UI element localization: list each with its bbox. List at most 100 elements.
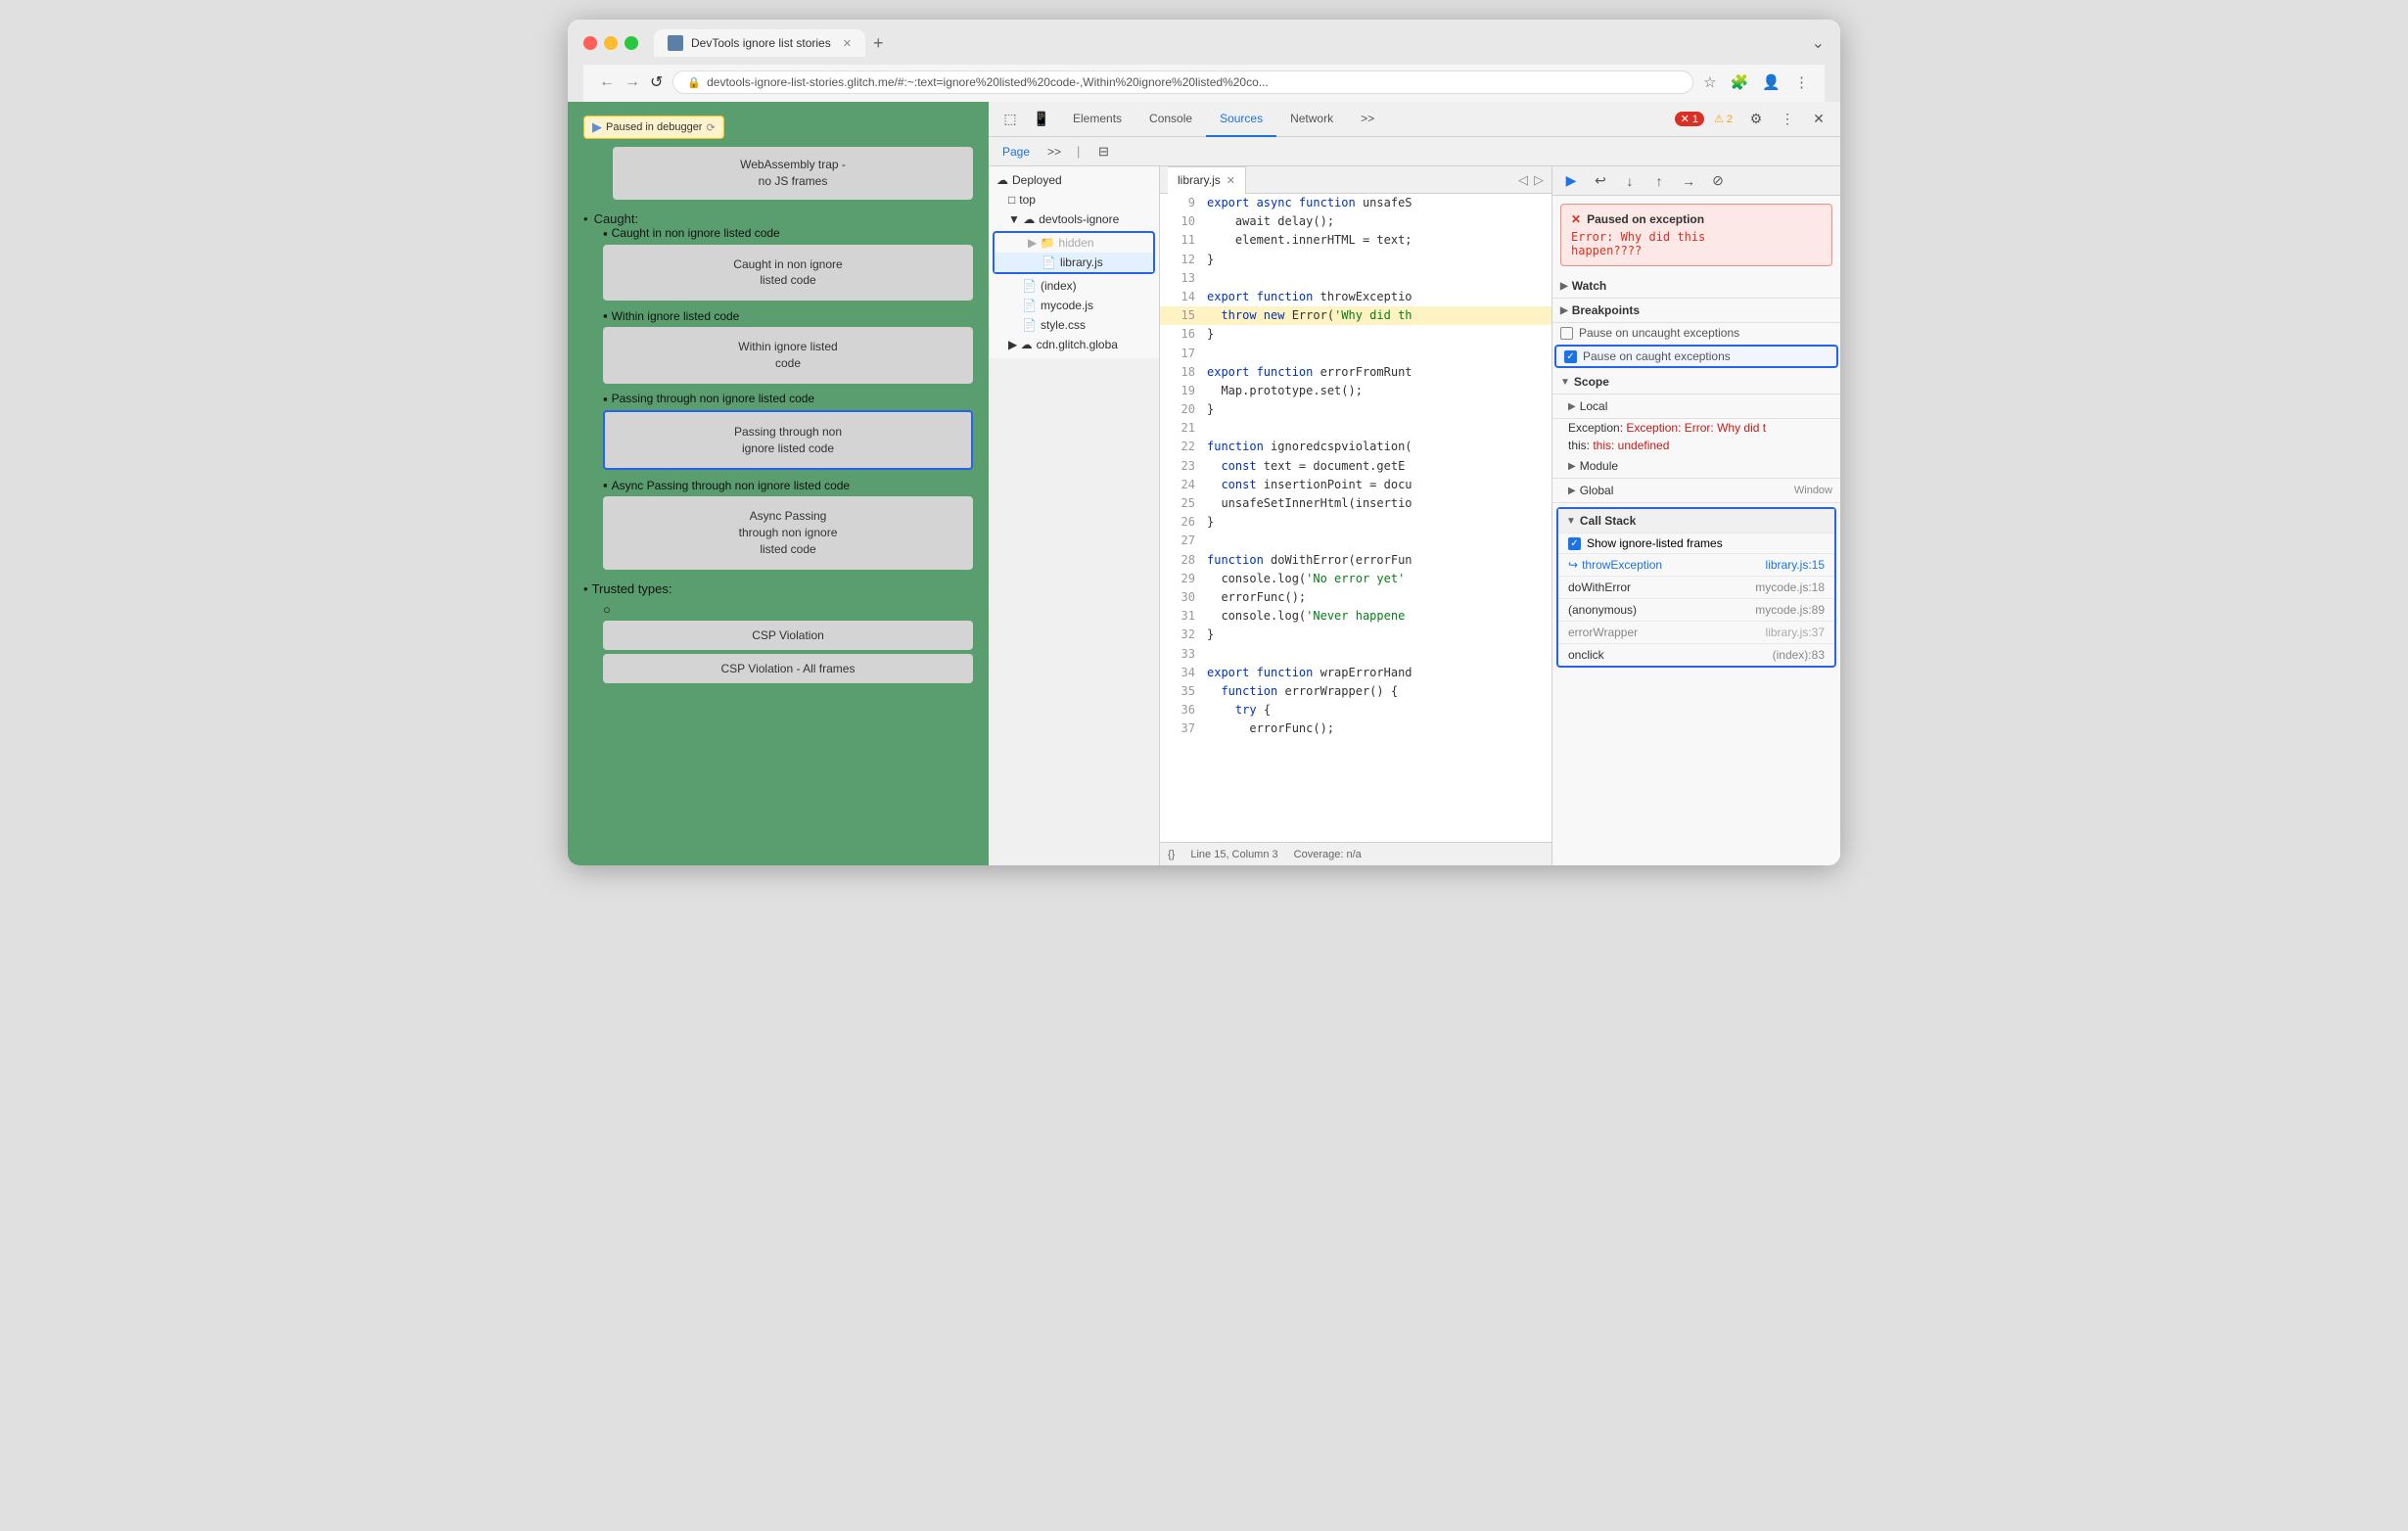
tab-network[interactable]: Network <box>1276 102 1347 137</box>
bullet-within: ▪ <box>603 308 608 323</box>
call-stack-header[interactable]: ▼ Call Stack <box>1558 509 1834 533</box>
title-bar: DevTools ignore list stories ✕ + ⌄ ← → ↺… <box>568 20 1840 102</box>
passing-non-ignore-box[interactable]: Passing through nonignore listed code <box>603 410 973 471</box>
tab-elements[interactable]: Elements <box>1059 102 1135 137</box>
pause-caught-row: ✓ Pause on caught exceptions <box>1554 345 1838 368</box>
nav-item-async: ▪ Async Passing through non ignore liste… <box>603 478 973 569</box>
inspect-icon[interactable]: ⬚ <box>996 106 1024 133</box>
tree-style[interactable]: 📄 style.css <box>989 315 1159 335</box>
main-content: ▶ Paused in debugger ⟳ WebAssembly trap … <box>568 102 1840 865</box>
step-over-btn[interactable]: ↩ <box>1590 170 1611 192</box>
code-line: 28 function doWithError(errorFun <box>1160 551 1551 570</box>
resume-btn[interactable]: ▶ <box>1560 170 1582 192</box>
tree-hidden[interactable]: ▶ 📁 hidden <box>995 233 1153 253</box>
file-tab-library[interactable]: library.js ✕ <box>1168 166 1246 194</box>
breakpoints-section-header[interactable]: ▶ Breakpoints <box>1552 299 1840 323</box>
new-tab-button[interactable]: + <box>873 33 884 54</box>
tree-deployed[interactable]: ☁ Deployed <box>989 170 1159 190</box>
call-stack-item-4[interactable]: onclick (index):83 <box>1558 643 1834 666</box>
menu-icon[interactable]: ⋮ <box>1794 73 1809 91</box>
caught-section: Caught: ▪ Caught in non ignore listed co… <box>583 211 973 570</box>
step-out-btn[interactable]: ↑ <box>1648 170 1670 192</box>
call-stack-item-1[interactable]: doWithError mycode.js:18 <box>1558 576 1834 598</box>
settings-icon[interactable]: ⚙ <box>1742 106 1770 133</box>
global-section-header[interactable]: ▶ Global Window <box>1552 479 1840 503</box>
deactivate-btn[interactable]: ⊘ <box>1707 170 1729 192</box>
more-tabs[interactable]: >> <box>1042 145 1067 159</box>
code-line: 11 element.innerHTML = text; <box>1160 231 1551 250</box>
caught-non-ignore-box[interactable]: Caught in non ignorelisted code <box>603 245 973 302</box>
close-devtools-icon[interactable]: ✕ <box>1805 106 1832 133</box>
show-ignore-row: ✓ Show ignore-listed frames <box>1558 533 1834 553</box>
call-loc-1: mycode.js:18 <box>1755 580 1825 594</box>
scope-section-header[interactable]: ▼ Scope <box>1552 370 1840 394</box>
forward-button[interactable]: → <box>625 73 640 91</box>
tree-library[interactable]: 📄 library.js <box>995 253 1153 272</box>
tree-mycode[interactable]: 📄 mycode.js <box>989 296 1159 315</box>
code-line: 33 <box>1160 645 1551 664</box>
more-icon[interactable]: ⋮ <box>1774 106 1801 133</box>
bookmark-icon[interactable]: ☆ <box>1703 73 1716 91</box>
watch-section-header[interactable]: ▶ Watch <box>1552 274 1840 299</box>
format-icon[interactable]: {} <box>1168 849 1175 860</box>
page-tab[interactable]: Page <box>996 145 1036 159</box>
tab-close-button[interactable]: ✕ <box>843 37 852 50</box>
call-stack-item-2[interactable]: (anonymous) mycode.js:89 <box>1558 598 1834 621</box>
tab-console[interactable]: Console <box>1135 102 1206 137</box>
record-icon: ⟳ <box>706 121 715 134</box>
watch-arrow: ▶ <box>1560 281 1568 292</box>
back-button[interactable]: ← <box>599 73 615 91</box>
url-bar[interactable]: 🔒 devtools-ignore-list-stories.glitch.me… <box>672 70 1693 94</box>
tree-top[interactable]: □ top <box>989 190 1159 209</box>
device-icon[interactable]: 📱 <box>1028 106 1055 133</box>
browser-tab[interactable]: DevTools ignore list stories ✕ <box>654 29 865 57</box>
devtools-tabs: Elements Console Sources Network >> <box>1059 102 1671 137</box>
tree-index[interactable]: 📄 (index) <box>989 276 1159 296</box>
step-into-btn[interactable]: ↓ <box>1619 170 1641 192</box>
extension-icon[interactable]: 🧩 <box>1731 73 1749 91</box>
maximize-button[interactable] <box>625 36 638 50</box>
show-ignore-checkbox[interactable]: ✓ <box>1568 537 1581 550</box>
bullet-caught: ▪ <box>603 226 608 241</box>
bullet-csp-open: ○ <box>603 602 611 617</box>
call-stack-item-0[interactable]: ↪throwException library.js:15 <box>1558 553 1834 576</box>
global-val: Window <box>1794 485 1832 496</box>
webassembly-box: WebAssembly trap - no JS frames <box>613 147 973 200</box>
close-button[interactable] <box>583 36 597 50</box>
lock-icon: 🔒 <box>687 76 701 89</box>
within-ignore-box[interactable]: Within ignore listedcode <box>603 327 973 384</box>
folder-icon: □ <box>1008 193 1015 207</box>
code-line: 21 <box>1160 419 1551 438</box>
tab-more[interactable]: >> <box>1347 102 1388 137</box>
sidebar-toggle-icon[interactable]: ⊟ <box>1089 138 1117 165</box>
code-editor[interactable]: 9 export async function unsafeS 10 await… <box>1160 194 1551 842</box>
code-line: 23 const text = document.getE <box>1160 457 1551 476</box>
async-passing-box[interactable]: Async Passingthrough non ignorelisted co… <box>603 496 973 569</box>
step-btn[interactable]: → <box>1678 170 1699 192</box>
module-section-header[interactable]: ▶ Module <box>1552 454 1840 479</box>
traffic-lights <box>583 36 638 50</box>
tab-sources[interactable]: Sources <box>1206 102 1276 137</box>
call-stack-arrow: ▼ <box>1566 516 1576 527</box>
csp-violation-all-btn[interactable]: CSP Violation - All frames <box>603 654 973 683</box>
profile-icon[interactable]: 👤 <box>1762 73 1781 91</box>
show-ignore-label: Show ignore-listed frames <box>1587 536 1723 550</box>
tree-root[interactable]: ▼ ☁ devtools-ignore <box>989 209 1159 229</box>
tab-menu-button[interactable]: ⌄ <box>1812 33 1825 53</box>
nav-right-icon[interactable]: ▷ <box>1534 172 1544 188</box>
breakpoints-label: Breakpoints <box>1572 303 1640 317</box>
close-file-icon[interactable]: ✕ <box>1227 174 1235 187</box>
pause-uncaught-checkbox[interactable] <box>1560 327 1573 340</box>
local-section-header[interactable]: ▶ Local <box>1552 394 1840 419</box>
pause-caught-checkbox[interactable]: ✓ <box>1564 350 1577 363</box>
nav-item-caught: ▪ Caught in non ignore listed code Caugh… <box>603 226 973 302</box>
code-line-highlighted: 15 throw new Error('Why did th <box>1160 306 1551 325</box>
tree-cdn[interactable]: ▶ ☁ cdn.glitch.globa <box>989 335 1159 354</box>
nav-left-icon[interactable]: ◁ <box>1518 172 1528 188</box>
cdn-label: cdn.glitch.globa <box>1037 338 1118 351</box>
minimize-button[interactable] <box>604 36 618 50</box>
csp-violation-btn[interactable]: CSP Violation <box>603 621 973 650</box>
call-stack-item-3[interactable]: errorWrapper library.js:37 <box>1558 621 1834 643</box>
reload-button[interactable]: ↺ <box>650 72 663 92</box>
top-label: top <box>1019 193 1036 207</box>
